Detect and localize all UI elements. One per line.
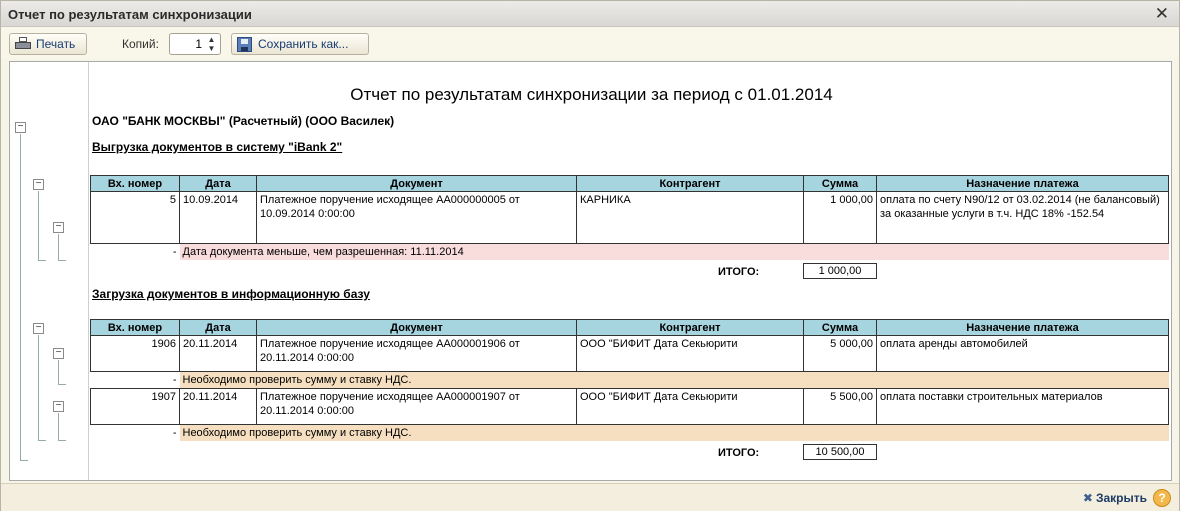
toolbar: Печать Копий: 1 ▲ ▼ Сохранить как... (1, 28, 1179, 58)
collapse-group-icon[interactable]: − (53, 348, 64, 359)
warning-dash: - (172, 246, 177, 258)
copies-label: Копий: (122, 37, 159, 51)
doc-number: 5 (90, 191, 180, 244)
column-header: Документ (256, 175, 577, 192)
column-header: Контрагент (576, 175, 804, 192)
copies-stepper[interactable]: 1 ▲ ▼ (169, 33, 221, 55)
table-row: 5 10.09.2014 Платежное поручение исходящ… (90, 191, 1169, 244)
warning-row: - Необходимо проверить сумму и ставку НД… (91, 371, 1169, 389)
close-label: Закрыть (1095, 491, 1147, 505)
column-header: Документ (256, 319, 577, 336)
contractor: ООО "БИФИТ Дата Секьюрити (576, 335, 804, 372)
contractor: КАРНИКА (576, 191, 804, 244)
spin-arrows-icon[interactable]: ▲ ▼ (205, 35, 218, 53)
amount: 5 500,00 (803, 388, 877, 425)
column-header: Сумма (803, 175, 877, 192)
amount: 1 000,00 (803, 191, 877, 244)
doc-date: 20.11.2014 (179, 388, 257, 425)
window-close-icon[interactable]: ✕ (1155, 4, 1169, 24)
warning-text: Необходимо проверить сумму и ставку НДС. (179, 371, 877, 389)
doc-number: 1906 (90, 335, 180, 372)
column-header: Сумма (803, 319, 877, 336)
close-button[interactable]: ✖ Закрыть (1083, 491, 1147, 505)
doc-name: Платежное поручение исходящее АА00000000… (256, 191, 577, 244)
column-header: Вх. номер (90, 319, 180, 336)
payment-purpose: оплата аренды автомобилей (876, 335, 1169, 372)
report-document: − − − − − − Отчет по результатам синхрон… (9, 61, 1172, 481)
report-title: Отчет по результатам синхронизации за пе… (350, 85, 833, 104)
help-icon[interactable]: ? (1153, 489, 1171, 507)
collapse-group-icon[interactable]: − (15, 122, 26, 133)
export-table: Вх. номер Дата Документ Контрагент Сумма… (90, 175, 1169, 260)
payment-purpose: оплата поставки строительных материалов (876, 388, 1169, 425)
bank-account-line: ОАО "БАНК МОСКВЫ" (Расчетный) (ООО Васил… (92, 114, 395, 128)
collapse-group-icon[interactable]: − (33, 179, 44, 190)
warning-dash: - (172, 374, 177, 386)
import-total-value: 10 500,00 (803, 444, 877, 460)
report-window: Отчет по результатам синхронизации ✕ Печ… (0, 0, 1180, 511)
warning-row: - Дата документа меньше, чем разрешенная… (91, 243, 1169, 260)
printer-icon (15, 37, 31, 51)
payment-purpose: оплата по счету N90/12 от 03.02.2014 (не… (876, 191, 1169, 244)
save-as-label: Сохранить как... (258, 37, 349, 51)
column-header: Назначение платежа (876, 319, 1169, 336)
column-header: Контрагент (576, 319, 804, 336)
grouping-gutter: − − − − − − (10, 62, 89, 480)
warning-text: Необходимо проверить сумму и ставку НДС. (179, 424, 877, 441)
doc-name: Платежное поручение исходящее АА00000190… (256, 335, 577, 372)
column-header: Назначение платежа (876, 175, 1169, 192)
collapse-group-icon[interactable]: − (53, 222, 64, 233)
column-header: Дата (179, 319, 257, 336)
import-table: Вх. номер Дата Документ Контрагент Сумма… (90, 319, 1169, 441)
import-total-label: ИТОГО: (718, 447, 760, 459)
export-total-label: ИТОГО: (718, 266, 760, 278)
collapse-group-icon[interactable]: − (33, 323, 44, 334)
save-as-button[interactable]: Сохранить как... (231, 33, 369, 55)
doc-number: 1907 (90, 388, 180, 425)
close-x-icon: ✖ (1082, 491, 1093, 505)
window-title: Отчет по результатам синхронизации (8, 7, 252, 22)
export-total-value: 1 000,00 (803, 263, 877, 279)
print-label: Печать (36, 37, 76, 51)
floppy-disk-icon (237, 36, 252, 52)
export-section-heading: Выгрузка документов в систему "iBank 2" (92, 140, 343, 154)
amount: 5 000,00 (803, 335, 877, 372)
footer-bar: ✖ Закрыть ? (1, 483, 1179, 511)
table-row: 1906 20.11.2014 Платежное поручение исхо… (90, 335, 1169, 372)
collapse-group-icon[interactable]: − (53, 401, 64, 412)
table-row: 1907 20.11.2014 Платежное поручение исхо… (90, 388, 1169, 425)
print-button[interactable]: Печать (9, 33, 87, 55)
title-bar: Отчет по результатам синхронизации ✕ (1, 1, 1179, 27)
warning-text: Дата документа меньше, чем разрешенная: … (179, 243, 877, 260)
doc-name: Платежное поручение исходящее АА00000190… (256, 388, 577, 425)
doc-date: 20.11.2014 (179, 335, 257, 372)
column-header: Дата (179, 175, 257, 192)
contractor: ООО "БИФИТ Дата Секьюрити (576, 388, 804, 425)
warning-row: - Необходимо проверить сумму и ставку НД… (91, 424, 1169, 441)
column-header: Вх. номер (90, 175, 180, 192)
import-section-heading: Загрузка документов в информационную баз… (92, 287, 370, 301)
warning-dash: - (172, 427, 177, 439)
copies-value: 1 (195, 37, 202, 51)
doc-date: 10.09.2014 (179, 191, 257, 244)
